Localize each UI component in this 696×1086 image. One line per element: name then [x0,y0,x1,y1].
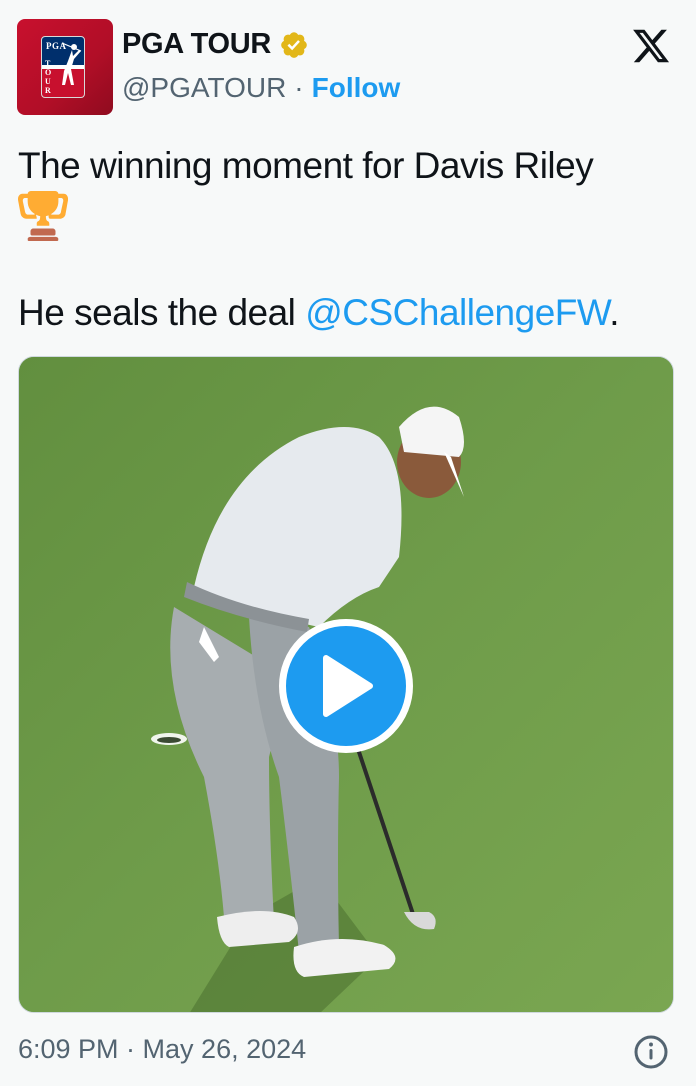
tweet-timestamp[interactable]: 6:09 PM · May 26, 2024 [18,1034,306,1065]
author-handle[interactable]: @PGATOUR [122,72,286,104]
separator-dot: · [294,72,304,103]
author-display-name[interactable]: PGA TOUR [122,28,271,61]
author-handle-row: @PGATOUR · Follow [122,72,400,104]
author-avatar[interactable]: PGA TOUR [17,19,113,115]
tweet-line-2-prefix: He seals the deal [18,292,306,333]
trophy-icon [18,191,68,241]
play-button[interactable] [279,619,413,753]
video-player[interactable] [18,356,674,1013]
x-logo-icon[interactable] [629,26,673,66]
info-icon[interactable] [633,1034,669,1070]
follow-button[interactable]: Follow [312,72,401,104]
tweet-line-2-suffix: . [609,292,620,333]
author-name-row: PGA TOUR [122,28,309,61]
tweet-line-1: The winning moment for Davis Riley [18,145,594,186]
verified-badge-icon [281,31,307,58]
mention-link[interactable]: @CSChallengeFW [305,292,610,333]
play-icon [323,655,373,717]
pga-tour-logo-icon: PGA TOUR [41,36,85,98]
tweet-text: The winning moment for Davis Riley He se… [18,143,678,336]
